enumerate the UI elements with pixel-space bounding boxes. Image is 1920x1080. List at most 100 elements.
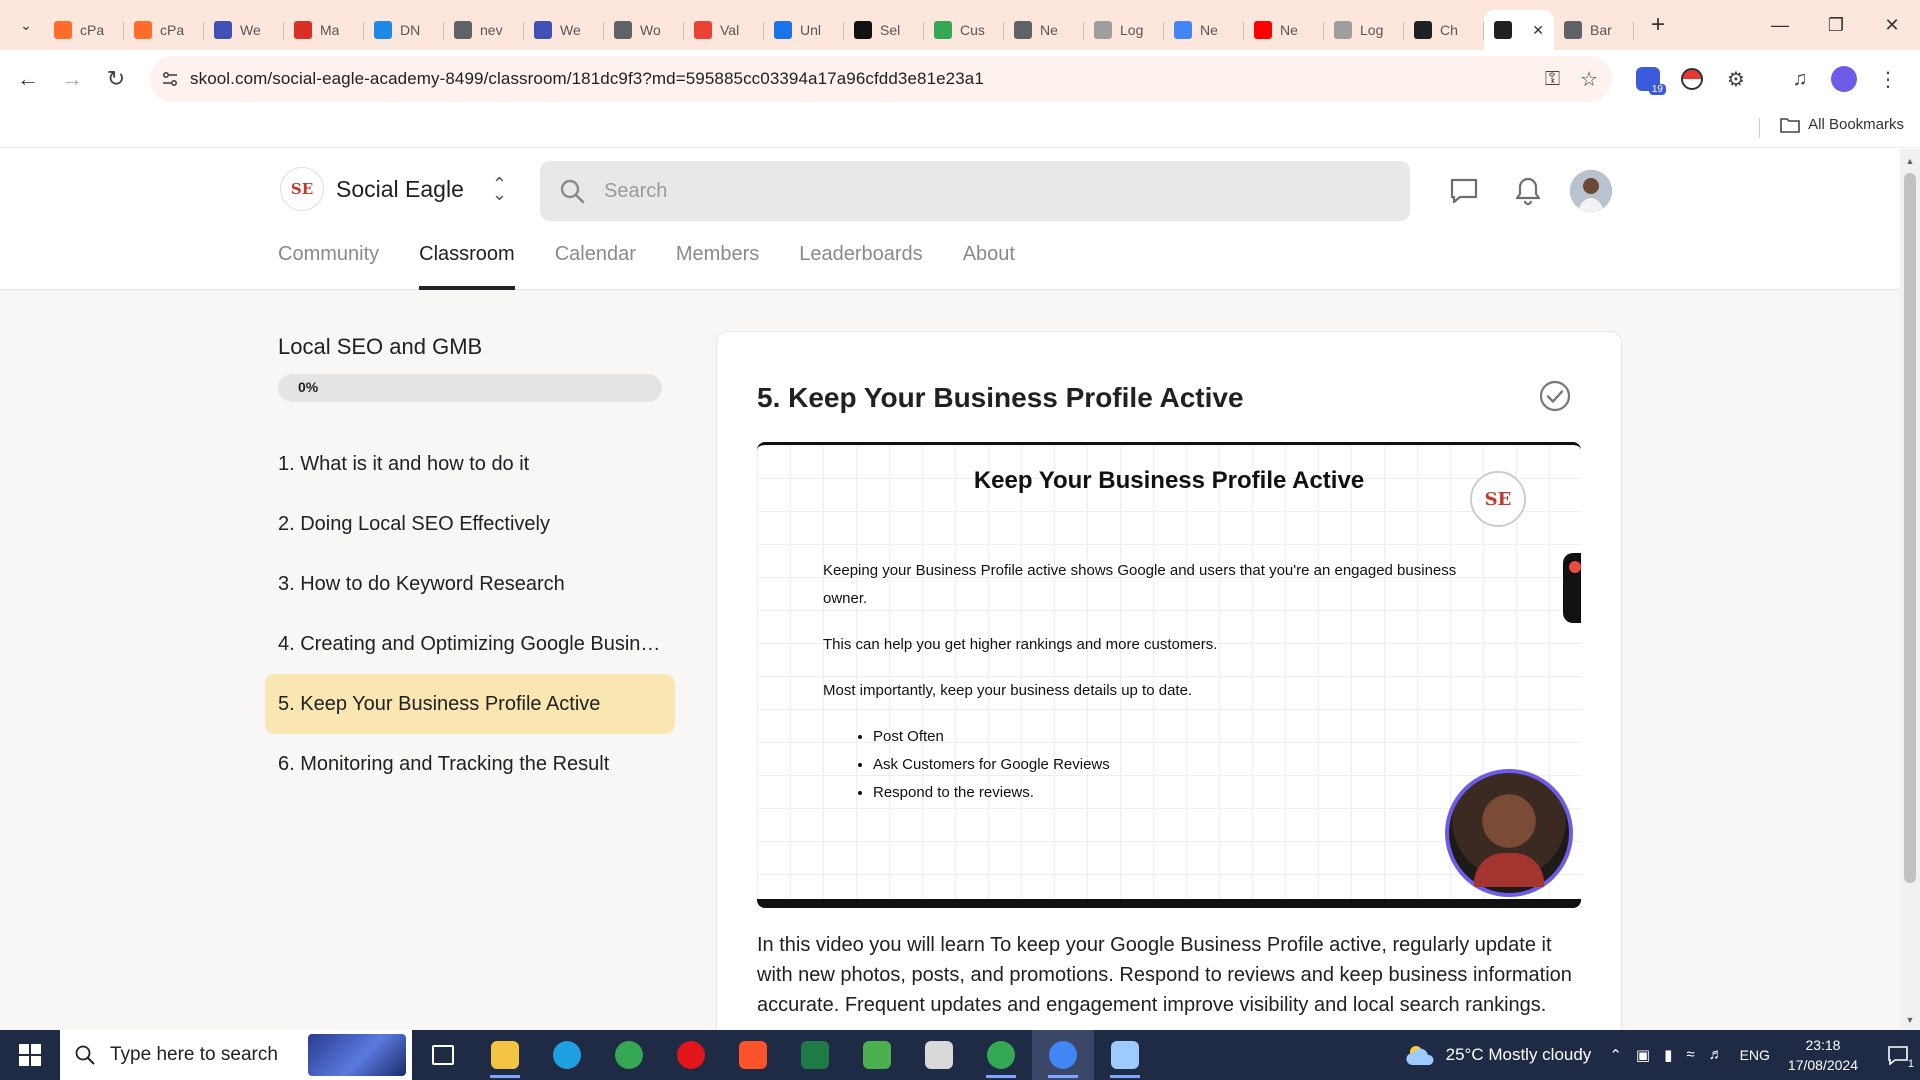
address-bar[interactable]: skool.com/social-eagle-academy-8499/clas… xyxy=(150,56,1612,102)
browser-tab[interactable]: We xyxy=(204,10,284,50)
browser-tab[interactable]: DN xyxy=(364,10,444,50)
lesson-list-item[interactable]: 2. Doing Local SEO Effectively xyxy=(265,494,675,554)
browser-tab[interactable]: Ma xyxy=(284,10,364,50)
browser-tab[interactable]: cPa xyxy=(44,10,124,50)
globe-icon xyxy=(614,21,632,39)
lesson-list-item[interactable]: 4. Creating and Optimizing Google Busine… xyxy=(265,614,675,674)
battery-icon[interactable]: ▮ xyxy=(1664,1046,1672,1064)
browser-tab[interactable]: Log xyxy=(1084,10,1164,50)
browser-tab[interactable]: Sel xyxy=(844,10,924,50)
browser-tab[interactable]: Ch xyxy=(1404,10,1484,50)
lesson-list-item[interactable]: 5. Keep Your Business Profile Active xyxy=(265,674,675,734)
browser-tab[interactable]: Val xyxy=(684,10,764,50)
nav-tab-classroom[interactable]: Classroom xyxy=(419,243,515,290)
nav-tab-members[interactable]: Members xyxy=(676,243,759,290)
browser-tab[interactable]: ✕ xyxy=(1484,10,1554,50)
tab-search-menu-icon[interactable]: ⌄ xyxy=(8,7,44,43)
lesson-title: 5. Keep Your Business Profile Active xyxy=(278,692,601,715)
volume-icon[interactable]: ♬ xyxy=(1709,1046,1724,1064)
notifications-bell-icon[interactable] xyxy=(1496,167,1560,215)
chrome-profile-icon-glyph xyxy=(1049,1041,1077,1069)
photo-app-icon[interactable] xyxy=(846,1030,908,1080)
lesson-list-item[interactable]: 3. How to do Keyword Research xyxy=(265,554,675,614)
search-bar[interactable] xyxy=(540,161,1410,221)
notification-center-icon[interactable]: 1 xyxy=(1876,1030,1920,1080)
browser-tab[interactable]: Ne xyxy=(1244,10,1324,50)
forward-icon[interactable]: → xyxy=(50,59,94,99)
header-actions xyxy=(1432,167,1612,215)
chrome-profile-icon[interactable] xyxy=(1032,1030,1094,1080)
language-indicator[interactable]: ENG xyxy=(1740,1047,1770,1063)
paint-3d-icon[interactable] xyxy=(1094,1030,1156,1080)
nav-tab-leaderboards[interactable]: Leaderboards xyxy=(799,243,922,290)
new-tab-button[interactable]: + xyxy=(1640,7,1676,43)
browser-tab[interactable]: Ne xyxy=(1164,10,1244,50)
weather-widget[interactable]: 25°C Mostly cloudy xyxy=(1404,1043,1591,1067)
taskbar-clock[interactable]: 23:18 17/08/2024 xyxy=(1788,1035,1858,1075)
search-input[interactable] xyxy=(604,179,1364,203)
close-window-icon[interactable]: ✕ xyxy=(1864,0,1920,50)
lesson-card: 5. Keep Your Business Profile Active Kee… xyxy=(716,331,1622,1030)
lesson-video-player[interactable]: Keep Your Business Profile Active SE Kee… xyxy=(757,442,1581,908)
mark-complete-icon[interactable] xyxy=(1539,380,1571,412)
nav-tab-about[interactable]: About xyxy=(963,243,1015,290)
chat-icon[interactable] xyxy=(1432,167,1496,215)
paint-icon[interactable] xyxy=(908,1030,970,1080)
brand[interactable]: SE Social Eagle ⌃ ⌄ xyxy=(280,167,507,211)
profile-avatar-icon[interactable] xyxy=(1822,59,1866,99)
reload-icon[interactable]: ↻ xyxy=(94,59,138,99)
browser-tab-title: We xyxy=(560,22,581,38)
back-icon[interactable]: ← xyxy=(6,59,50,99)
url-text[interactable]: skool.com/social-eagle-academy-8499/clas… xyxy=(190,69,984,89)
wifi-icon[interactable]: ≈ xyxy=(1686,1046,1694,1064)
nav-tab-community[interactable]: Community xyxy=(278,243,379,290)
opera-icon[interactable] xyxy=(660,1030,722,1080)
browser-tab[interactable]: Ne xyxy=(1004,10,1084,50)
page-scrollbar[interactable]: ▲ ▼ xyxy=(1900,149,1920,1030)
spreadsheet-icon-glyph xyxy=(801,1041,829,1069)
chrome-icon[interactable] xyxy=(598,1030,660,1080)
brave-icon[interactable] xyxy=(722,1030,784,1080)
device-icon[interactable]: ▣ xyxy=(1636,1046,1650,1064)
browser-tab[interactable]: nev xyxy=(444,10,524,50)
browser-tab[interactable]: cPa xyxy=(124,10,204,50)
spreadsheet-icon[interactable] xyxy=(784,1030,846,1080)
youtube-icon xyxy=(1254,21,1272,39)
windows-start-icon[interactable] xyxy=(0,1030,60,1080)
bookmark-star-icon[interactable]: ☆ xyxy=(1580,67,1598,92)
browser-tab[interactable]: Log xyxy=(1324,10,1404,50)
chat-bubble-icon xyxy=(934,21,952,39)
all-bookmarks-button[interactable]: All Bookmarks xyxy=(1780,116,1904,133)
nav-tab-calendar[interactable]: Calendar xyxy=(555,243,636,290)
scroll-up-arrow-icon[interactable]: ▲ xyxy=(1900,153,1920,169)
browser-tab[interactable]: Cus xyxy=(924,10,1004,50)
browser-tab-title: Unl xyxy=(800,22,822,38)
task-view-icon[interactable] xyxy=(412,1030,474,1080)
google-icon xyxy=(1174,21,1192,39)
switch-community-icon[interactable]: ⌃ ⌄ xyxy=(492,175,507,203)
pokeball-extension-icon[interactable] xyxy=(1670,59,1714,99)
media-control-icon[interactable]: ♫ xyxy=(1778,59,1822,99)
show-hidden-icons-icon[interactable]: ⌃ xyxy=(1609,1046,1622,1064)
user-avatar[interactable] xyxy=(1570,170,1612,212)
lesson-list-item[interactable]: 1. What is it and how to do it xyxy=(265,434,675,494)
site-info-icon[interactable] xyxy=(150,70,190,88)
chrome-icon[interactable] xyxy=(970,1030,1032,1080)
password-key-icon[interactable]: ⚿ xyxy=(1545,68,1560,91)
browser-menu-icon[interactable]: ⋮ xyxy=(1866,59,1910,99)
puzzle-extensions-icon[interactable]: ⚙ xyxy=(1714,59,1758,99)
edge-icon[interactable] xyxy=(536,1030,598,1080)
scrollbar-thumb[interactable] xyxy=(1904,173,1916,883)
browser-tab[interactable]: We xyxy=(524,10,604,50)
scroll-down-arrow-icon[interactable]: ▼ xyxy=(1900,1012,1920,1028)
browser-tab[interactable]: Unl xyxy=(764,10,844,50)
browser-tab[interactable]: Bar xyxy=(1554,10,1634,50)
lesson-list-item[interactable]: 6. Monitoring and Tracking the Result xyxy=(265,734,675,794)
browser-tab[interactable]: Wo xyxy=(604,10,684,50)
minimize-icon[interactable]: — xyxy=(1752,0,1808,50)
restore-icon[interactable]: ❐ xyxy=(1808,0,1864,50)
close-tab-icon[interactable]: ✕ xyxy=(1532,22,1544,39)
taskbar-search-box[interactable]: Type here to search xyxy=(60,1030,412,1080)
extension-icon[interactable]: 19 xyxy=(1626,59,1670,99)
file-explorer-icon[interactable] xyxy=(474,1030,536,1080)
